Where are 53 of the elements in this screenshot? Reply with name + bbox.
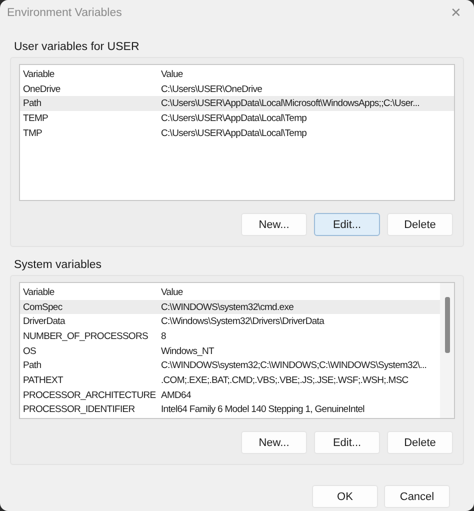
- table-cell: C:\Users\USER\AppData\Local\Microsoft\WindowsApps;;C:\User...: [161, 98, 420, 110]
- table-cell: .COM;.EXE;.BAT;.CMD;.VBS;.VBE;.JS;.JSE;.WSF;.WSH;.MSC: [161, 374, 408, 386]
- table-cell-text: PROCESSOR_IDENTIFIER: [23, 404, 136, 416]
- list-row[interactable]: ComSpec C:\WINDOWS\system32\cmd.exe: [20, 300, 440, 314]
- dialog-button[interactable]: Edit...: [314, 431, 380, 454]
- list-row[interactable]: OS Windows_NT: [20, 344, 440, 358]
- table-cell: C:\Users\USER\AppData\Local\Temp: [161, 128, 307, 139]
- dialog-button[interactable]: Edit...: [314, 213, 380, 236]
- group-title: User variables for USER: [13, 40, 140, 55]
- table-cell-text: PATHEXT: [23, 374, 64, 386]
- table-cell-text: TEMP: [23, 112, 49, 124]
- table-cell-text: PROCESSOR_ARCHITECTURE: [23, 390, 157, 401]
- list-row[interactable]: TMP C:\Users\USER\AppData\Local\Temp: [20, 126, 454, 140]
- list-row[interactable]: NUMBER_OF_PROCESSORS 8: [20, 329, 440, 344]
- list-row[interactable]: DriverData C:\Windows\System32\Drivers\DriverData: [20, 314, 440, 330]
- dialog-button[interactable]: Delete: [387, 431, 453, 454]
- dialog-button[interactable]: New...: [241, 431, 307, 454]
- table-cell-text: OneDrive: [23, 84, 62, 95]
- table-cell: Windows_NT: [161, 346, 214, 357]
- table-cell: C:\Users\USER\OneDrive: [161, 84, 262, 95]
- table-cell: C:\Users\USER\AppData\Local\Temp: [161, 112, 307, 124]
- list-row[interactable]: Path C:\Users\USER\AppData\Local\Microsoft\WindowsApps;;C:\User...: [20, 96, 454, 112]
- table-cell-text: OS: [23, 346, 38, 357]
- table-cell-text: Path: [23, 360, 42, 372]
- list-row[interactable]: PROCESSOR_IDENTIFIER Intel64 Family 6 Model 140 Stepping 1, GenuineIntel: [20, 402, 440, 418]
- table-cell-text: NUMBER_OF_PROCESSORS: [23, 330, 149, 342]
- table-cell: Intel64 Family 6 Model 140 Stepping 1, GenuineIntel: [161, 404, 364, 416]
- table-cell: C:\WINDOWS\system32\cmd.exe: [161, 302, 294, 313]
- table-cell-text: ComSpec: [23, 302, 64, 313]
- group-title: System variables: [13, 258, 103, 273]
- column-header[interactable]: Variable: [23, 68, 161, 80]
- dialog-button[interactable]: OK: [312, 485, 378, 508]
- table-cell-text: DriverData: [23, 316, 66, 328]
- table-cell: 8: [161, 330, 166, 342]
- dialog-button[interactable]: Delete: [387, 213, 453, 236]
- scrollbar[interactable]: [440, 283, 454, 418]
- table-cell: C:\WINDOWS\system32;C:\WINDOWS;C:\WINDOWS\System32\...: [161, 360, 427, 372]
- table-cell-text: Path: [23, 98, 42, 110]
- window-title: Environment Variables: [7, 7, 122, 19]
- scroll-thumb[interactable]: [444, 297, 450, 353]
- list-row[interactable]: Path C:\WINDOWS\system32;C:\WINDOWS;C:\WINDOWS\System32\...: [20, 358, 440, 374]
- list-row[interactable]: TEMP C:\Users\USER\AppData\Local\Temp: [20, 111, 454, 126]
- list-row[interactable]: OneDrive C:\Users\USER\OneDrive: [20, 82, 454, 96]
- list-row[interactable]: PROCESSOR_ARCHITECTURE AMD64: [20, 388, 440, 402]
- dialog-button[interactable]: Cancel: [384, 485, 450, 508]
- list-row[interactable]: PATHEXT .COM;.EXE;.BAT;.CMD;.VBS;.VBE;.JS;.JSE;.WSF;.WSH;.MSC: [20, 373, 440, 388]
- column-header[interactable]: Value: [161, 68, 183, 80]
- table-cell: C:\Windows\System32\Drivers\DriverData: [161, 316, 324, 328]
- column-header[interactable]: Variable: [23, 286, 161, 298]
- dialog-button[interactable]: New...: [241, 213, 307, 236]
- column-header[interactable]: Value: [161, 286, 183, 298]
- table-cell-text: TMP: [23, 128, 44, 139]
- table-cell: AMD64: [161, 390, 191, 401]
